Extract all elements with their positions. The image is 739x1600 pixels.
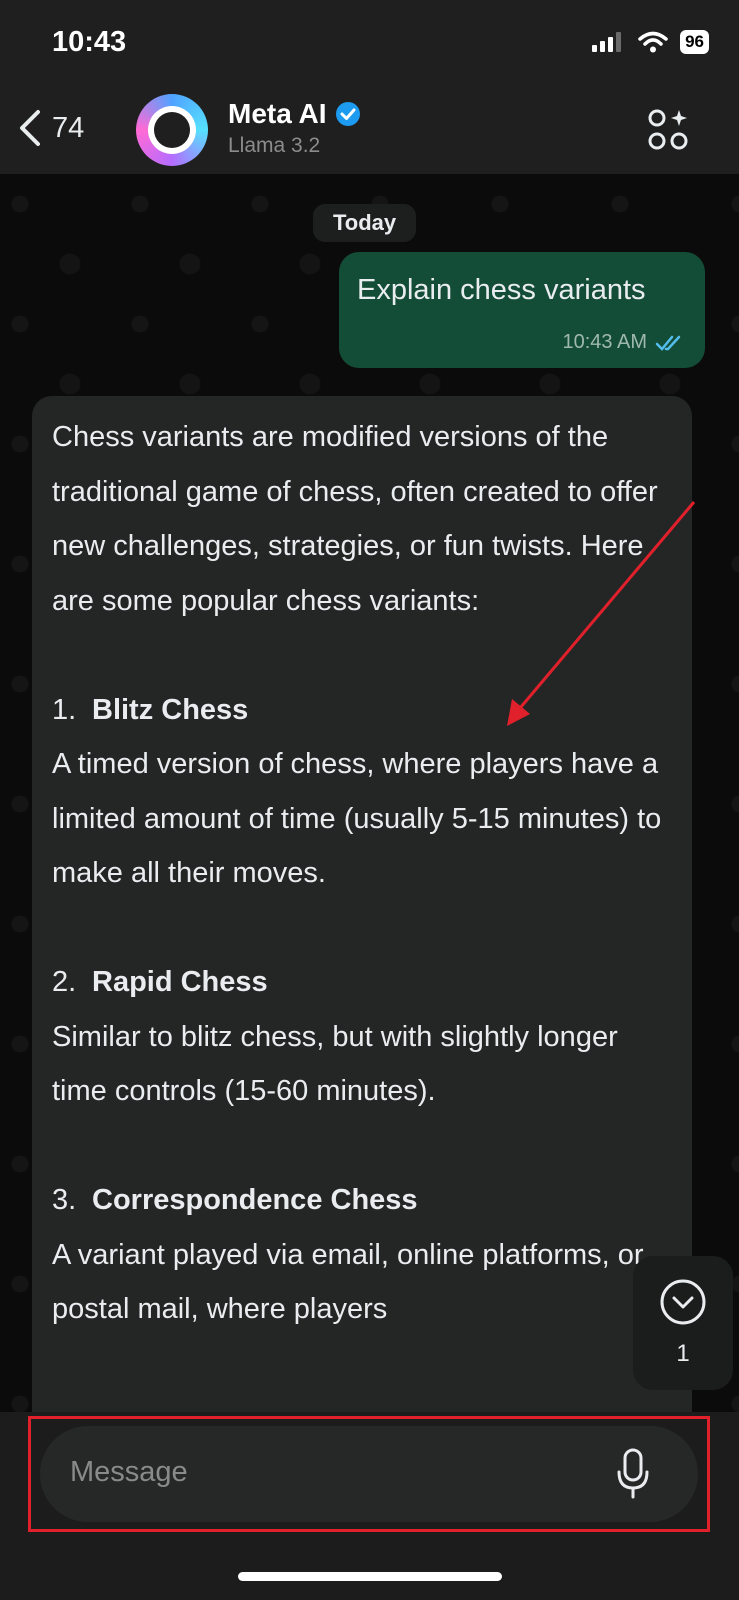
- status-bar: 10:43 96: [0, 0, 739, 90]
- scroll-to-bottom-button[interactable]: 1: [633, 1256, 733, 1390]
- unread-badge: 1: [676, 1340, 690, 1367]
- ai-apps-icon[interactable]: [647, 108, 691, 152]
- chevron-left-icon: [20, 110, 40, 146]
- contact-info[interactable]: Meta AI Llama 3.2: [228, 98, 361, 158]
- composer: Message: [0, 1412, 739, 1600]
- verified-badge-icon: [335, 102, 360, 126]
- chat-header: 74 Meta AI Llama 3.2: [0, 90, 739, 174]
- chevron-down-circle-icon: [660, 1279, 706, 1325]
- annotation-highlight-box: [28, 1416, 710, 1532]
- status-icons: 96: [592, 30, 709, 54]
- signal-icon: [592, 32, 622, 52]
- avatar[interactable]: [136, 94, 208, 166]
- home-indicator: [238, 1572, 502, 1581]
- back-button[interactable]: 74: [16, 108, 84, 148]
- unread-count: 74: [52, 111, 85, 144]
- annotation-arrow: [507, 501, 696, 726]
- chat-area[interactable]: Today Explain chess variants 10:43 AM Ch…: [0, 174, 739, 1412]
- status-time: 10:43: [52, 26, 127, 58]
- battery-indicator: 96: [680, 30, 709, 54]
- contact-subtitle: Llama 3.2: [228, 134, 321, 157]
- contact-name: Meta AI: [228, 98, 327, 129]
- wifi-icon: [638, 31, 668, 53]
